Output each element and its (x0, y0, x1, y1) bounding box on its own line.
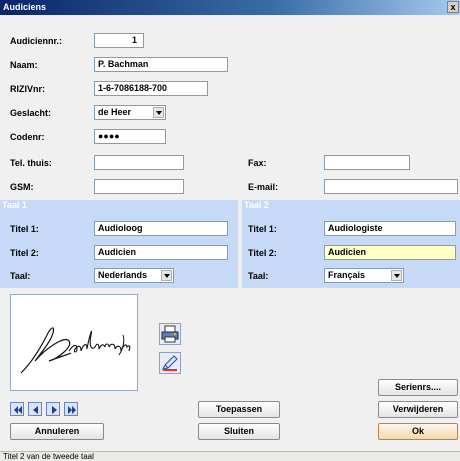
toepassen-button[interactable]: Toepassen (198, 401, 280, 418)
taal2-titel1-field[interactable]: Audiologiste (324, 221, 456, 236)
taal1-panel: Taal 1 Titel 1: Audioloog Titel 2: Audic… (0, 200, 238, 288)
taal1-taal-value: Nederlands (98, 270, 148, 280)
taal2-titel2-field[interactable]: Audicien (324, 245, 456, 260)
edit-signature-icon (162, 355, 178, 371)
chevron-down-icon[interactable] (153, 107, 164, 118)
codenr-field[interactable]: ●●●● (94, 129, 166, 144)
geslacht-select[interactable]: de Heer (94, 105, 166, 120)
chevron-down-icon[interactable] (161, 270, 172, 281)
edit-signature-button[interactable] (159, 352, 181, 374)
taal2-title: Taal 2 (244, 200, 269, 210)
gsm-label: GSM: (10, 182, 34, 192)
annuleren-button[interactable]: Annuleren (10, 423, 104, 440)
taal2-titel1-label: Titel 1: (248, 224, 277, 234)
riziv-label: RIZIVnr: (10, 84, 45, 94)
taal2-taal-label: Taal: (248, 271, 269, 281)
taal1-titel1-field[interactable]: Audioloog (94, 221, 228, 236)
printer-icon (161, 325, 179, 343)
taal1-titel2-field[interactable]: Audicien (94, 245, 228, 260)
status-bar: Titel 2 van de tweede taal (0, 451, 460, 461)
email-label: E-mail: (248, 182, 279, 192)
previous-record-icon (33, 406, 38, 414)
tel-field[interactable] (94, 155, 184, 170)
next-record-button[interactable] (46, 402, 60, 416)
first-record-icon (14, 406, 22, 414)
audicien-nr-field[interactable]: 1 (94, 33, 144, 48)
serienrs-button[interactable]: Serienrs.... (378, 379, 458, 396)
codenr-label: Codenr: (10, 132, 45, 142)
last-record-button[interactable] (64, 402, 78, 416)
geslacht-value: de Heer (98, 107, 132, 117)
first-record-button[interactable] (10, 402, 24, 416)
geslacht-label: Geslacht: (10, 108, 52, 118)
tel-label: Tel. thuis: (10, 158, 52, 168)
previous-record-button[interactable] (28, 402, 42, 416)
fax-field[interactable] (324, 155, 410, 170)
naam-field[interactable]: P. Bachman (94, 57, 228, 72)
taal2-panel: Taal 2 Titel 1: Audiologiste Titel 2: Au… (242, 200, 460, 288)
taal2-taal-select[interactable]: Français (324, 268, 404, 283)
taal1-title: Taal 1 (2, 200, 27, 210)
gsm-field[interactable] (94, 179, 184, 194)
signature-image (10, 294, 138, 391)
status-text: Titel 2 van de tweede taal (3, 452, 94, 461)
verwijderen-button[interactable]: Verwijderen (378, 401, 458, 418)
email-field[interactable] (324, 179, 458, 194)
sluiten-button[interactable]: Sluiten (198, 423, 280, 440)
taal2-titel2-label: Titel 2: (248, 248, 277, 258)
naam-label: Naam: (10, 60, 38, 70)
window-titlebar: Audiciens x (0, 0, 460, 15)
taal2-taal-value: Français (328, 270, 366, 280)
print-button[interactable] (159, 323, 181, 345)
fax-label: Fax: (248, 158, 267, 168)
signature-drawing (20, 327, 131, 374)
next-record-icon (52, 406, 57, 414)
chevron-down-icon[interactable] (391, 270, 402, 281)
last-record-icon (68, 406, 76, 414)
taal1-taal-label: Taal: (10, 271, 31, 281)
taal1-taal-select[interactable]: Nederlands (94, 268, 174, 283)
ok-button[interactable]: Ok (378, 423, 458, 440)
close-icon[interactable]: x (447, 1, 459, 13)
riziv-field[interactable]: 1-6-7086188-700 (94, 81, 208, 96)
taal1-titel2-label: Titel 2: (10, 248, 39, 258)
audiciens-window: Audiciens x Audiciennr.: 1 Naam: P. Bach… (0, 0, 460, 461)
taal1-titel1-label: Titel 1: (10, 224, 39, 234)
window-title: Audiciens (3, 2, 47, 12)
audicien-nr-label: Audiciennr.: (10, 36, 63, 46)
